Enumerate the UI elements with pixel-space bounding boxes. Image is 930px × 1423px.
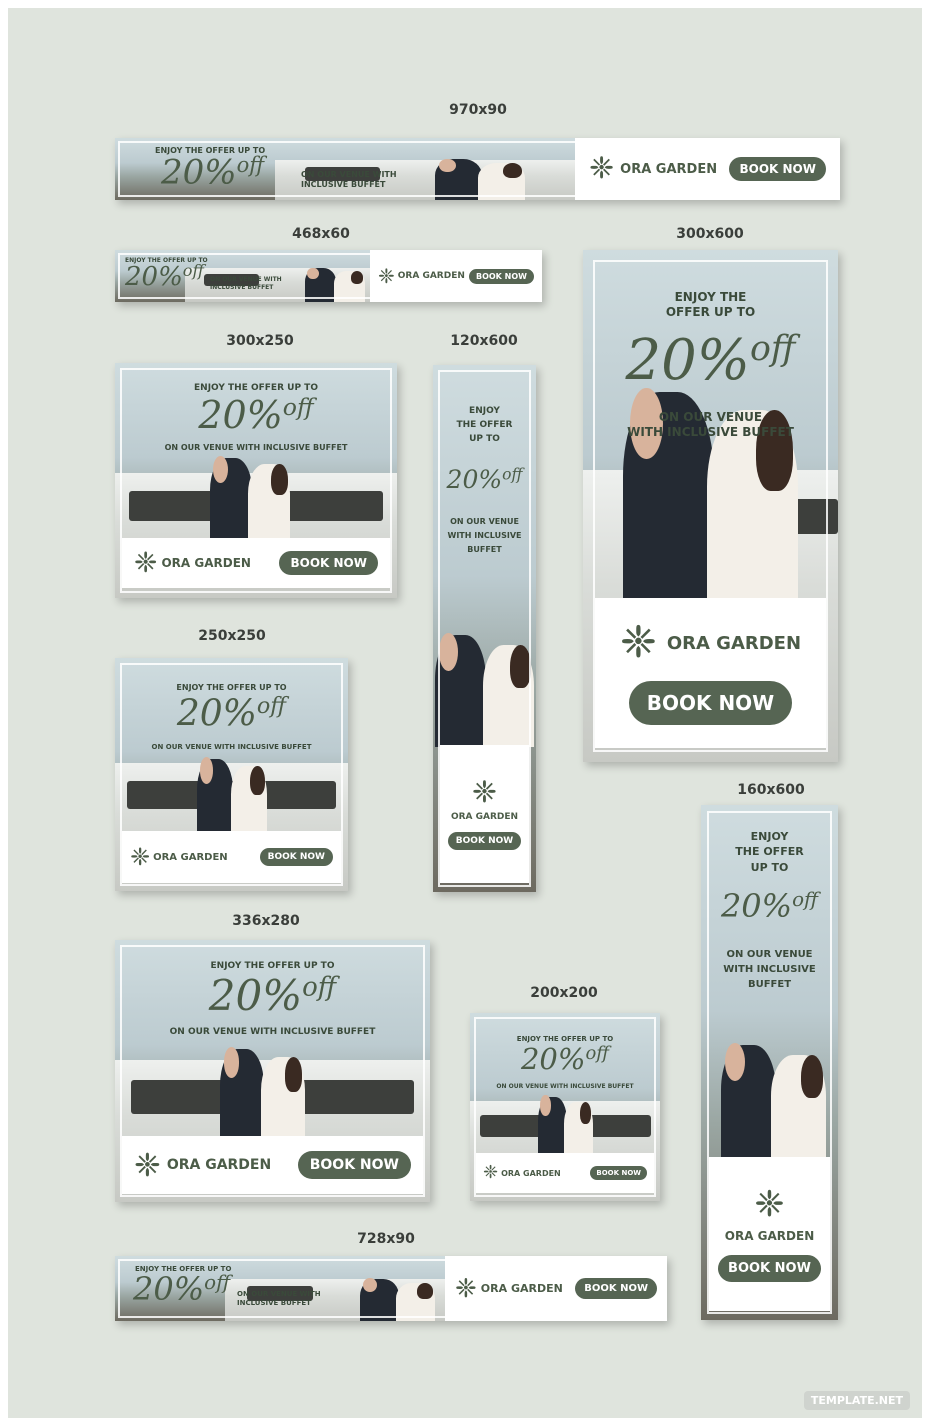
headline: ENJOY THE OFFER UP TO — [735, 830, 804, 874]
brand: ❈ ORA GARDEN — [619, 617, 802, 668]
size-label-200x200: 200x200 — [530, 985, 598, 1001]
flower-ornament-icon: ❈ — [378, 264, 395, 288]
book-now-button[interactable]: BOOK NOW — [279, 551, 378, 575]
brand: ❈ ORA GARDEN — [134, 1146, 272, 1184]
offer-text: 20%off — [446, 465, 523, 494]
flower-ornament-icon: ❈ — [754, 1183, 785, 1225]
offer-text: 20%off — [198, 393, 314, 437]
venue-text: ON OUR VENUE WITH INCLUSIVE BUFFET — [237, 1290, 321, 1307]
brand: ❈ ORA GARDEN — [589, 151, 718, 186]
size-label-160x600: 160x600 — [737, 782, 805, 798]
venue-text: ON OUR VENUE WITH INCLUSIVE BUFFET — [169, 1027, 376, 1037]
banner-468x60[interactable]: ENJOY THE OFFER UP TO 20%off ON OUR VENU… — [115, 250, 542, 302]
flower-ornament-icon: ❈ — [130, 843, 151, 871]
venue-text: ON OUR VENUE WITH INCLUSIVE BUFFET — [496, 1083, 634, 1090]
brand: ❈ ORA GARDEN — [724, 1183, 815, 1243]
flower-ornament-icon: ❈ — [589, 151, 615, 186]
flower-ornament-icon: ❈ — [619, 617, 657, 668]
banner-336x280[interactable]: ENJOY THE OFFER UP TO 20%off ON OUR VENU… — [115, 940, 430, 1202]
size-label-120x600: 120x600 — [450, 333, 518, 349]
offer-text: 20%off — [133, 1270, 231, 1308]
banner-200x200[interactable]: ENJOY THE OFFER UP TO 20%off ON OUR VENU… — [470, 1013, 660, 1201]
offer-text: 20%off — [208, 971, 337, 1020]
flower-ornament-icon: ❈ — [134, 1146, 161, 1184]
headline: ENJOY THE OFFER UP TO — [456, 406, 513, 444]
venue-text: ON OUR VENUE WITH INCLUSIVE BUFFET — [627, 410, 794, 439]
flower-ornament-icon: ❈ — [455, 1273, 477, 1304]
flower-ornament-icon: ❈ — [483, 1162, 499, 1183]
offer-text: 20%off — [161, 152, 265, 193]
brand: ❈ ORA GARDEN — [455, 1273, 563, 1304]
size-label-970x90: 970x90 — [449, 102, 507, 118]
offer-text: 20%off — [176, 693, 287, 735]
brand: ❈ ORA GARDEN — [378, 264, 465, 288]
banner-300x600[interactable]: ENJOY THE OFFER UP TO 20%off ON OUR VENUE… — [583, 250, 838, 762]
venue-text: ON OUR VENUE WITH INCLUSIVE BUFFET — [447, 517, 522, 554]
venue-text: ON OUR VENUE WITH INCLUSIVE BUFFET — [151, 743, 312, 751]
venue-text: ON OUR VENUE WITH INCLUSIVE BUFFET — [164, 443, 348, 452]
size-label-468x60: 468x60 — [292, 226, 350, 242]
banner-120x600[interactable]: ENJOY THE OFFER UP TO 20%off ON OUR VENUE W… — [433, 365, 536, 892]
brand: ❈ ORA GARDEN — [130, 843, 228, 871]
venue-text: ON OUR VENUE WITH INCLUSIVE BUFFET — [210, 276, 282, 291]
headline: ENJOY THE OFFER UP TO — [665, 290, 756, 319]
book-now-button[interactable]: BOOK NOW — [447, 832, 522, 850]
brand: ❈ ORA GARDEN — [450, 775, 519, 823]
watermark: TEMPLATE.NET — [803, 1391, 910, 1410]
offer-text: 20%off — [125, 261, 204, 292]
banner-728x90[interactable]: ENJOY THE OFFER UP TO 20%off ON OUR VENU… — [115, 1256, 667, 1321]
book-now-button[interactable]: BOOK NOW — [718, 1254, 821, 1282]
venue-text: ON OUR VENUE WITH INCLUSIVE BUFFET — [301, 170, 397, 189]
book-now-button[interactable]: BOOK NOW — [590, 1166, 647, 1180]
book-now-button[interactable]: BOOK NOW — [729, 157, 826, 181]
book-now-button[interactable]: BOOK NOW — [575, 1278, 657, 1299]
banner-160x600[interactable]: ENJOY THE OFFER UP TO 20%off ON OUR VENUE W… — [701, 805, 838, 1320]
book-now-button[interactable]: BOOK NOW — [468, 268, 534, 284]
offer-text: 20%off — [720, 887, 819, 925]
venue-text: ON OUR VENUE WITH INCLUSIVE BUFFET — [723, 949, 816, 990]
size-label-300x250: 300x250 — [226, 333, 294, 349]
brand: ❈ ORA GARDEN — [134, 546, 251, 579]
banner-970x90[interactable]: ENJOY THE OFFER UP TO 20%off ON OUR VENU… — [115, 138, 840, 200]
offer-text: 20%off — [520, 1042, 610, 1076]
flower-ornament-icon: ❈ — [471, 775, 498, 810]
headline: ENJOY THE OFFER UP TO — [176, 683, 287, 692]
banner-250x250[interactable]: ENJOY THE OFFER UP TO 20%off ON OUR VENU… — [115, 658, 348, 891]
flower-ornament-icon: ❈ — [134, 546, 158, 579]
size-label-336x280: 336x280 — [232, 913, 300, 929]
brand: ❈ ORA GARDEN — [483, 1162, 561, 1183]
banner-300x250[interactable]: ENJOY THE OFFER UP TO 20%off ON OUR VENU… — [115, 363, 397, 598]
size-label-250x250: 250x250 — [198, 628, 266, 644]
size-label-300x600: 300x600 — [676, 226, 744, 242]
offer-text: 20%off — [625, 328, 796, 393]
mockup-board: 970x90 ENJOY THE OFFER UP TO 20%off ON O… — [8, 8, 922, 1418]
size-label-728x90: 728x90 — [357, 1231, 415, 1247]
book-now-button[interactable]: BOOK NOW — [297, 1151, 411, 1179]
book-now-button[interactable]: BOOK NOW — [259, 848, 333, 866]
book-now-button[interactable]: BOOK NOW — [628, 681, 793, 725]
